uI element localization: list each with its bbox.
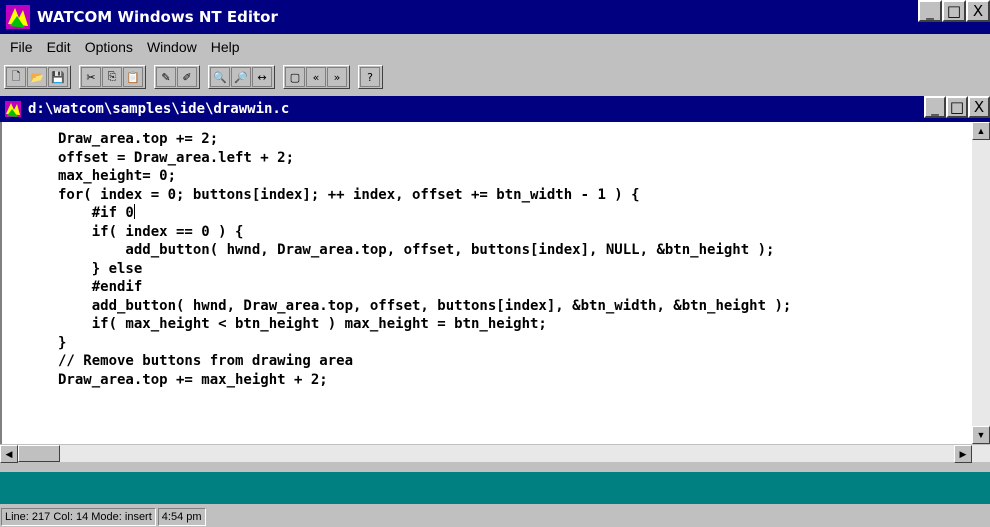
copy-icon[interactable]: ⎘ (102, 67, 122, 87)
status-col-text: Col: 14 (53, 510, 89, 523)
scroll-up-icon[interactable]: ▲ (972, 122, 990, 140)
code-line[interactable]: // Remove buttons from drawing area (58, 352, 791, 371)
toolbar-group-edit: ✎ ✐ (154, 65, 200, 89)
code-text[interactable]: Draw_area.top += 2; offset = Draw_area.le… (58, 130, 791, 389)
mdi-background (0, 472, 990, 504)
maximize-button[interactable]: □ (942, 0, 966, 22)
menu-help[interactable]: Help (204, 39, 247, 55)
cut-icon[interactable]: ✂ (81, 67, 101, 87)
doc-close-button[interactable]: X (968, 96, 990, 118)
find-next-icon[interactable]: 🔎 (231, 67, 251, 87)
scroll-left-icon[interactable]: ◀ (0, 445, 18, 463)
editor-application: WATCOM Windows NT Editor _ □ X File Edit… (0, 0, 990, 527)
doc-minimize-button[interactable]: _ (924, 96, 946, 118)
code-editor[interactable]: Draw_area.top += 2; offset = Draw_area.le… (0, 122, 972, 444)
code-line[interactable]: add_button( hwnd, Draw_area.top, offset,… (58, 297, 792, 316)
menu-options[interactable]: Options (78, 39, 140, 55)
document-window-controls: _ □ X (924, 96, 990, 118)
toolbar-group-window: ▢ « » (283, 65, 350, 89)
next-icon[interactable]: » (327, 67, 347, 87)
horizontal-scrollbar[interactable]: ◀ ▶ (0, 444, 990, 463)
code-line[interactable]: for( index = 0; buttons[index]; ++ index… (58, 186, 791, 205)
toolbar: 🗋 📂 💾 ✂ ⎘ 📋 ✎ ✐ 🔍 🔎 ↔ ▢ « » ? (0, 62, 990, 92)
close-button[interactable]: X (966, 0, 990, 22)
status-time: 4:54 pm (157, 507, 206, 526)
match-brace-icon[interactable]: ↔ (252, 67, 272, 87)
code-line[interactable]: Draw_area.top += 2; (58, 130, 791, 149)
watcom-editor-icon[interactable] (5, 4, 31, 30)
code-line[interactable]: } (58, 334, 791, 353)
main-window-controls: _ □ X (918, 0, 990, 22)
paste-icon[interactable]: 📋 (123, 67, 143, 87)
find-icon[interactable]: 🔍 (210, 67, 230, 87)
menu-bar: File Edit Options Window Help (0, 34, 990, 60)
code-line[interactable]: max_height= 0; (58, 167, 791, 186)
document-title: d:\watcom\samples\ide\drawwin.c (28, 101, 290, 117)
menu-file[interactable]: File (3, 39, 40, 55)
vertical-scrollbar[interactable]: ▲ ▼ (972, 122, 990, 444)
status-line-text: Line: 217 (5, 510, 51, 523)
document-title-bar[interactable]: d:\watcom\samples\ide\drawwin.c _ □ X (0, 96, 990, 122)
pencil-alt-icon[interactable]: ✐ (177, 67, 197, 87)
horizontal-scroll-thumb[interactable] (18, 445, 60, 462)
minimize-button[interactable]: _ (918, 0, 942, 22)
doc-maximize-button[interactable]: □ (946, 96, 968, 118)
toolbar-group-search: 🔍 🔎 ↔ (208, 65, 275, 89)
open-folder-icon[interactable]: 📂 (27, 67, 47, 87)
document-icon[interactable] (4, 100, 22, 118)
scroll-down-icon[interactable]: ▼ (972, 426, 990, 444)
code-line[interactable]: } else (58, 260, 791, 279)
menu-edit[interactable]: Edit (40, 39, 78, 55)
scroll-right-icon[interactable]: ▶ (954, 445, 972, 463)
code-line[interactable]: add_button( hwnd, Draw_area.top, offset,… (58, 241, 791, 260)
code-line[interactable]: offset = Draw_area.left + 2; (58, 149, 791, 168)
main-title-bar[interactable]: WATCOM Windows NT Editor _ □ X (0, 0, 990, 34)
status-bar: Line: 217 Col: 14 Mode: insert 4:54 pm (0, 506, 990, 527)
status-mode-text: Mode: insert (91, 510, 152, 523)
toolbar-group-clipboard: ✂ ⎘ 📋 (79, 65, 146, 89)
document-window: d:\watcom\samples\ide\drawwin.c _ □ X Dr… (0, 96, 990, 463)
pencil-icon[interactable]: ✎ (156, 67, 176, 87)
help-icon[interactable]: ? (360, 67, 380, 87)
code-line[interactable]: Draw_area.top += max_height + 2; (58, 371, 791, 390)
text-caret (133, 204, 135, 219)
save-icon[interactable]: 💾 (48, 67, 68, 87)
toolbar-group-file: 🗋 📂 💾 (4, 65, 71, 89)
toolbar-group-help: ? (358, 65, 383, 89)
prev-icon[interactable]: « (306, 67, 326, 87)
new-file-icon[interactable]: 🗋 (6, 67, 26, 87)
code-line[interactable]: if( index == 0 ) { (58, 223, 791, 242)
code-line[interactable]: #if 0 (58, 204, 791, 223)
status-line: Line: 217 Col: 14 Mode: insert (1, 507, 156, 526)
code-line[interactable]: #endif (58, 278, 791, 297)
app-title: WATCOM Windows NT Editor (37, 8, 278, 26)
menu-window[interactable]: Window (140, 39, 204, 55)
window-icon[interactable]: ▢ (285, 67, 305, 87)
code-line[interactable]: if( max_height < btn_height ) max_height… (58, 315, 791, 334)
